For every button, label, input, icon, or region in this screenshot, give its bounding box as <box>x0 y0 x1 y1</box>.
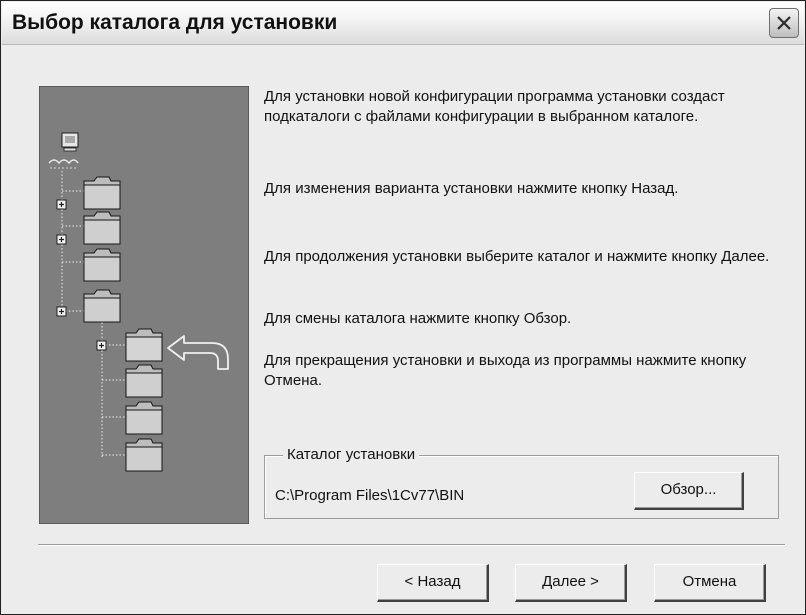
close-icon <box>777 16 791 30</box>
expand-icon <box>56 306 67 317</box>
next-button[interactable]: Далее > <box>515 564 627 602</box>
separator <box>38 544 785 546</box>
expand-icon <box>96 340 107 351</box>
instruction-text: Для смены каталога нажмите кнопку Обзор. <box>264 310 572 327</box>
instruction-text: Для продолжения установки выберите катал… <box>264 248 770 265</box>
directory-tree-illustration <box>39 86 249 524</box>
folder-icon <box>83 248 121 282</box>
folder-icon <box>83 176 121 210</box>
computer-icon <box>48 132 79 169</box>
instruction-text: Для прекращения установки и выхода из пр… <box>264 352 747 389</box>
browse-button[interactable]: Обзор... <box>634 472 744 510</box>
install-directory-group: Каталог установки C:\Program Files\1Cv77… <box>264 445 779 519</box>
expand-icon <box>56 199 67 210</box>
folder-icon <box>83 289 121 323</box>
arrow-left-icon <box>167 335 229 370</box>
install-directory-label: Каталог установки <box>283 445 420 465</box>
folder-icon <box>125 438 163 472</box>
title-bar: Выбор каталога для установки <box>2 2 804 45</box>
expand-icon <box>56 234 67 245</box>
window-title: Выбор каталога для установки <box>12 11 338 34</box>
instruction-text: Для изменения варианта установки нажмите… <box>264 180 679 197</box>
instruction-text: Для установки новой конфигурации програм… <box>264 88 725 125</box>
folder-icon <box>125 328 163 362</box>
cancel-button[interactable]: Отмена <box>654 564 766 602</box>
folder-icon <box>83 211 121 245</box>
install-directory-path: C:\Program Files\1Cv77\BIN <box>275 487 465 504</box>
installer-dialog: Выбор каталога для установки Для установ… <box>0 0 806 615</box>
folder-icon <box>125 401 163 435</box>
folder-icon <box>125 364 163 398</box>
close-button[interactable] <box>769 8 799 38</box>
back-button[interactable]: < Назад <box>377 564 489 602</box>
